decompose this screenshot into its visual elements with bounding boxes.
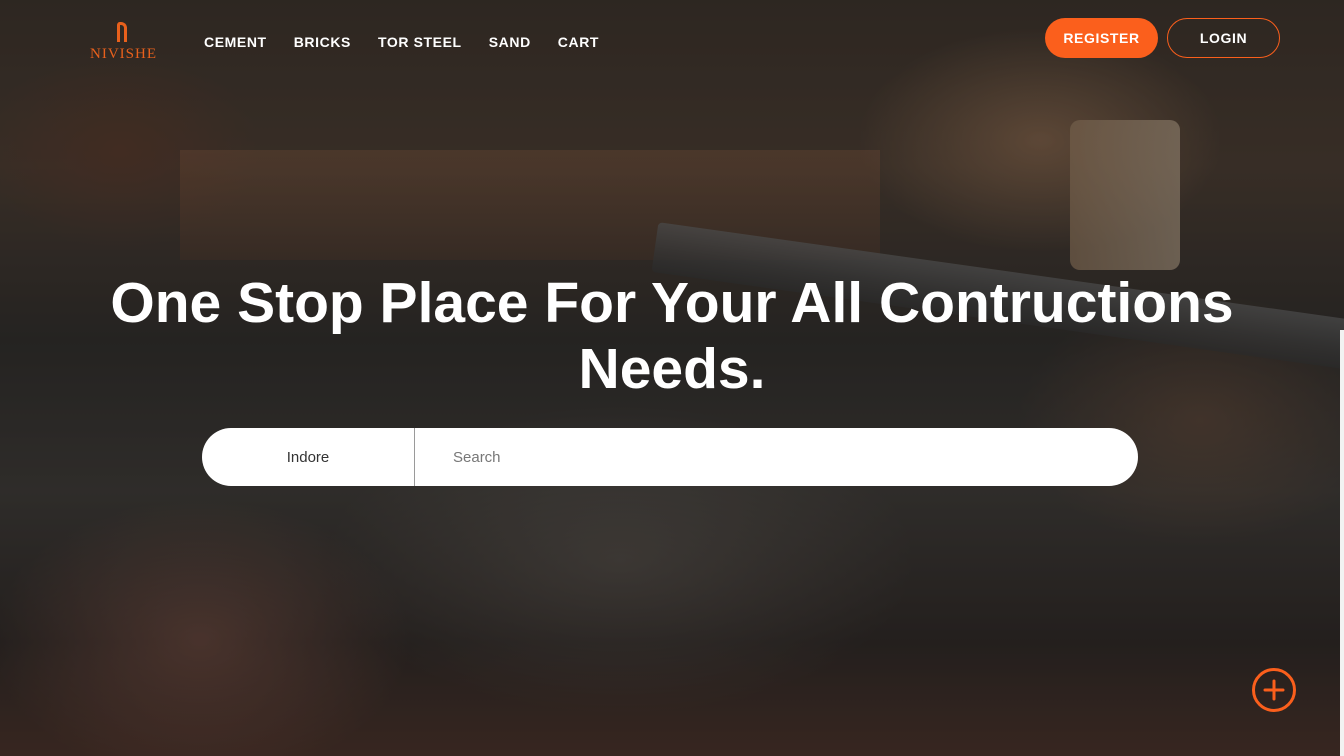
search-input[interactable] [415,428,1138,486]
plus-circle-icon [1263,679,1285,701]
nav-item-bricks[interactable]: BRICKS [294,34,351,50]
page-edge [1340,330,1344,756]
nav-item-tor-steel[interactable]: TOR STEEL [378,34,462,50]
logo-text: NIVISHE [90,46,157,62]
main-nav: CEMENT BRICKS TOR STEEL SAND CART [204,34,599,50]
add-button[interactable] [1252,668,1296,712]
login-button[interactable]: LOGIN [1167,18,1280,58]
location-selector[interactable]: Indore [202,428,415,486]
search-bar: Indore [202,428,1138,486]
register-button[interactable]: REGISTER [1045,18,1158,58]
hero-title: One Stop Place For Your All Contructions… [110,271,1234,401]
logo-mark-icon [117,22,127,42]
brand-logo[interactable]: NIVISHE [90,22,157,66]
nav-item-cement[interactable]: CEMENT [204,34,267,50]
nav-item-cart[interactable]: CART [558,34,599,50]
nav-item-sand[interactable]: SAND [489,34,531,50]
site-header: NIVISHE CEMENT BRICKS TOR STEEL SAND CAR… [0,0,1344,86]
